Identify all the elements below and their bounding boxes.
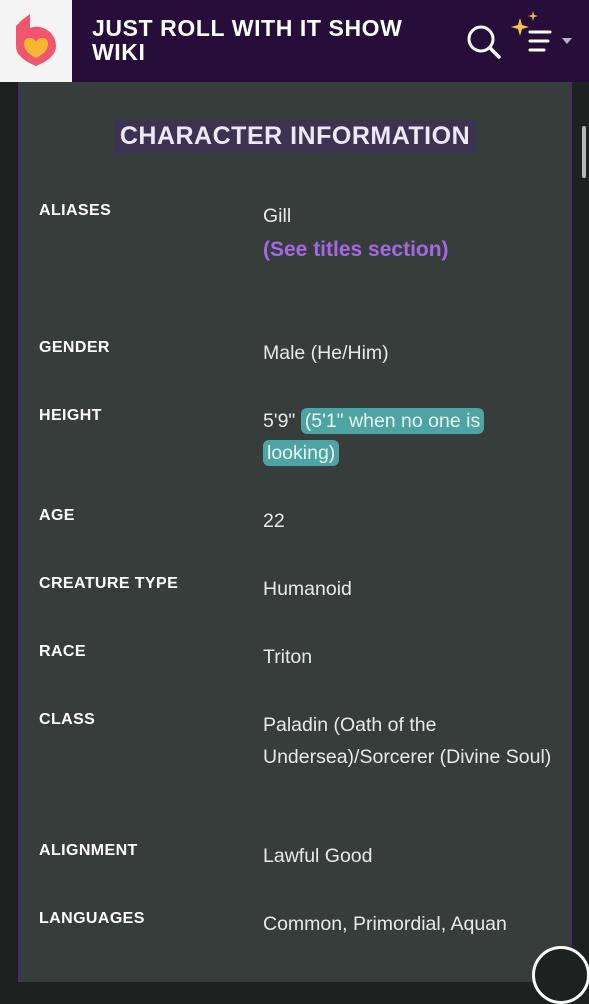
row-label: AGE [39,507,75,524]
highlighted-text: (5'1" when no one is looking) [263,408,485,466]
row-value: Triton [263,646,313,668]
see-titles-link[interactable]: (See titles section) [263,238,449,261]
row-value: Gill (See titles section) [263,200,553,266]
row-value: Lawful Good [263,845,373,867]
menu-button[interactable] [506,10,576,62]
search-button[interactable] [466,24,502,60]
fandom-heart-logo-icon [16,14,56,66]
infobox-title-text: CHARACTER INFORMATION [113,120,477,153]
row-value: Male (He/Him) [263,342,389,364]
row-label: LANGUAGES [39,910,145,927]
row-value: Humanoid [263,578,352,600]
row-label: CLASS [39,711,96,728]
logo-button[interactable] [0,0,72,82]
sparkle-menu-icon [511,11,572,52]
search-icon [467,25,501,59]
row-value: 22 [263,510,285,532]
infobox-title: CHARACTER INFORMATION [20,120,570,153]
row-value: 5'9" (5'1" when no one is looking) [263,405,553,469]
row-label: RACE [39,643,86,660]
scrollbar-thumb[interactable] [582,126,586,178]
row-value: Paladin (Oath of the Undersea)/Sorcerer … [263,714,552,768]
row-value: Common, Primordial, Aquan [263,913,507,935]
row-label: HEIGHT [39,407,102,424]
row-label: GENDER [39,339,110,356]
height-value: 5'9" [263,410,296,432]
scrollbar[interactable] [577,82,589,960]
character-infobox: CHARACTER INFORMATION ALIASES Gill (See … [18,82,572,982]
top-bar: JUST ROLL WITH IT SHOW WIKI [0,0,589,82]
row-label: CREATURE TYPE [39,575,179,592]
wiki-title[interactable]: JUST ROLL WITH IT SHOW WIKI [92,16,422,64]
row-label: ALIGNMENT [39,842,138,859]
alias-value: Gill [263,205,292,227]
floating-action-button[interactable] [532,946,589,1004]
row-label: ALIASES [39,202,112,219]
